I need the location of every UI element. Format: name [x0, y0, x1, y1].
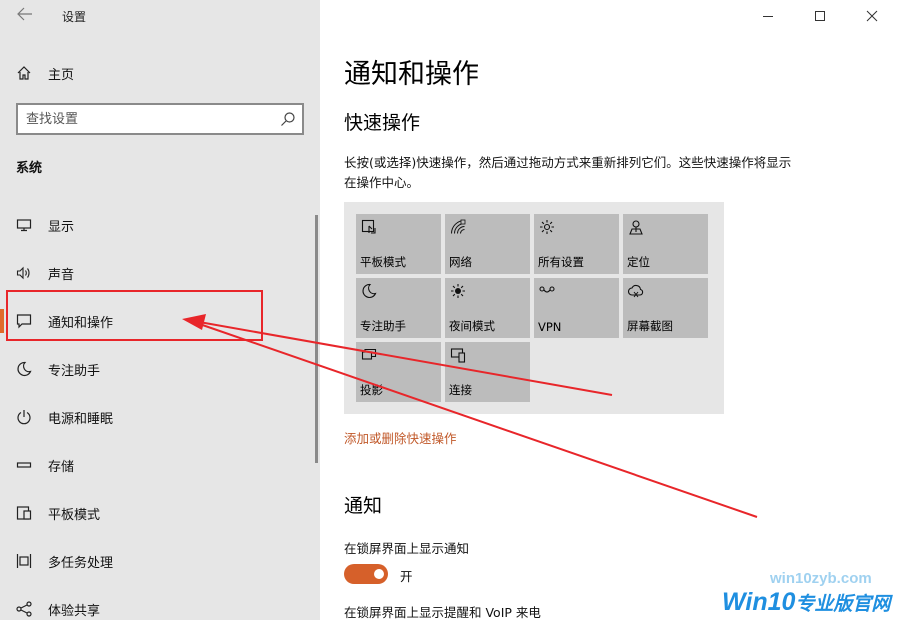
project-icon	[361, 348, 377, 360]
tile-screenshot[interactable]: 屏幕截图	[623, 278, 708, 338]
watermark-url: win10zyb.com	[770, 570, 872, 587]
moon-icon	[17, 361, 32, 377]
sidebar: 设置 主页 系统 显示 声音 通知和操作 专注助手 电源和睡眠 存储 平板模式 …	[0, 0, 320, 620]
sidebar-item-label: 电源和睡眠	[48, 412, 114, 427]
tablet-mode-icon	[361, 219, 376, 234]
tile-label: 网络	[449, 255, 472, 269]
toggle-state-label: 开	[400, 569, 413, 584]
quick-actions-panel: 平板模式 网络 所有设置 定位 专注助手 夜间模式 VPN 屏幕截图 投影 连接	[344, 202, 724, 414]
back-arrow-icon[interactable]	[14, 6, 36, 26]
tile-label: 夜间模式	[449, 319, 495, 333]
sidebar-item-label: 平板模式	[48, 508, 101, 523]
display-icon	[16, 219, 32, 232]
multitask-icon	[16, 554, 32, 568]
sidebar-item-label: 主页	[48, 68, 75, 83]
sidebar-item-label: 专注助手	[48, 364, 101, 379]
sidebar-item-notifications[interactable]: 通知和操作	[0, 301, 318, 341]
notifications-title: 通知	[344, 495, 383, 517]
tile-all-settings[interactable]: 所有设置	[534, 214, 619, 274]
section-label-system: 系统	[16, 161, 43, 176]
tile-night-light[interactable]: 夜间模式	[445, 278, 530, 338]
sidebar-item-label: 多任务处理	[48, 556, 114, 571]
tile-tablet-mode[interactable]: 平板模式	[356, 214, 441, 274]
share-icon	[16, 601, 32, 617]
lock-screen-voip-label: 在锁屏界面上显示提醒和 VoIP 来电	[344, 605, 541, 620]
tile-label: VPN	[538, 320, 562, 334]
tile-label: 定位	[627, 255, 650, 269]
screenshot-icon	[628, 284, 644, 298]
quick-actions-title: 快速操作	[344, 112, 421, 134]
sidebar-scrollbar[interactable]	[315, 215, 318, 463]
edit-quick-actions-link[interactable]: 添加或删除快速操作	[344, 428, 457, 447]
lock-screen-notify-toggle[interactable]	[344, 564, 388, 584]
sidebar-item-shared-experiences[interactable]: 体验共享	[0, 589, 318, 620]
home-icon	[17, 66, 31, 80]
sidebar-item-tablet-mode[interactable]: 平板模式	[0, 493, 318, 533]
quick-actions-description: 长按(或选择)快速操作，然后通过拖动方式来重新排列它们。这些快速操作将显示在操作…	[344, 155, 792, 190]
search-input[interactable]	[26, 110, 266, 128]
tile-network[interactable]: 网络	[445, 214, 530, 274]
sidebar-item-label: 体验共享	[48, 604, 101, 619]
speaker-icon	[16, 266, 30, 280]
tile-label: 屏幕截图	[627, 319, 673, 333]
tile-project[interactable]: 投影	[356, 342, 441, 402]
gear-icon	[540, 220, 554, 234]
main-content: 通知和操作 快速操作 长按(或选择)快速操作，然后通过拖动方式来重新排列它们。这…	[320, 0, 898, 620]
sidebar-item-label: 存储	[48, 460, 75, 475]
vpn-icon	[539, 286, 555, 293]
storage-icon	[16, 462, 32, 468]
brightness-icon	[451, 284, 465, 298]
watermark-logo-sub: 专业版官网	[795, 594, 891, 615]
search-icon[interactable]	[280, 111, 296, 127]
tile-label: 连接	[449, 383, 472, 397]
toggle-knob	[374, 569, 384, 579]
sidebar-item-focus-assist[interactable]: 专注助手	[0, 349, 318, 389]
sidebar-item-storage[interactable]: 存储	[0, 445, 318, 485]
tablet-icon	[16, 506, 32, 520]
tile-label: 平板模式	[360, 255, 406, 269]
watermark-logo: Win10专业版官网	[722, 588, 890, 617]
sidebar-item-power[interactable]: 电源和睡眠	[0, 397, 318, 437]
active-indicator	[0, 309, 4, 333]
app-title: 设置	[62, 10, 87, 24]
location-icon	[629, 220, 643, 235]
sidebar-item-label: 通知和操作	[48, 316, 114, 331]
tile-connect[interactable]: 连接	[445, 342, 530, 402]
notification-icon	[16, 314, 32, 329]
sidebar-item-display[interactable]: 显示	[0, 205, 318, 245]
moon-icon	[362, 283, 377, 299]
tile-label: 所有设置	[538, 255, 584, 269]
tile-label: 投影	[360, 383, 383, 397]
network-icon	[451, 219, 466, 234]
watermark-logo-main: Win10	[722, 588, 796, 616]
page-title: 通知和操作	[344, 59, 479, 90]
tile-location[interactable]: 定位	[623, 214, 708, 274]
power-icon	[17, 410, 31, 425]
tile-focus-assist[interactable]: 专注助手	[356, 278, 441, 338]
sidebar-item-label: 声音	[48, 268, 75, 283]
sidebar-item-sound[interactable]: 声音	[0, 253, 318, 293]
sidebar-item-label: 显示	[48, 220, 75, 235]
tile-vpn[interactable]: VPN	[534, 278, 619, 338]
search-box[interactable]	[16, 103, 304, 135]
sidebar-item-home[interactable]: 主页	[0, 53, 318, 93]
sidebar-item-multitasking[interactable]: 多任务处理	[0, 541, 318, 581]
lock-screen-notify-label: 在锁屏界面上显示通知	[344, 541, 470, 556]
tile-label: 专注助手	[360, 319, 406, 333]
connect-icon	[450, 348, 466, 363]
